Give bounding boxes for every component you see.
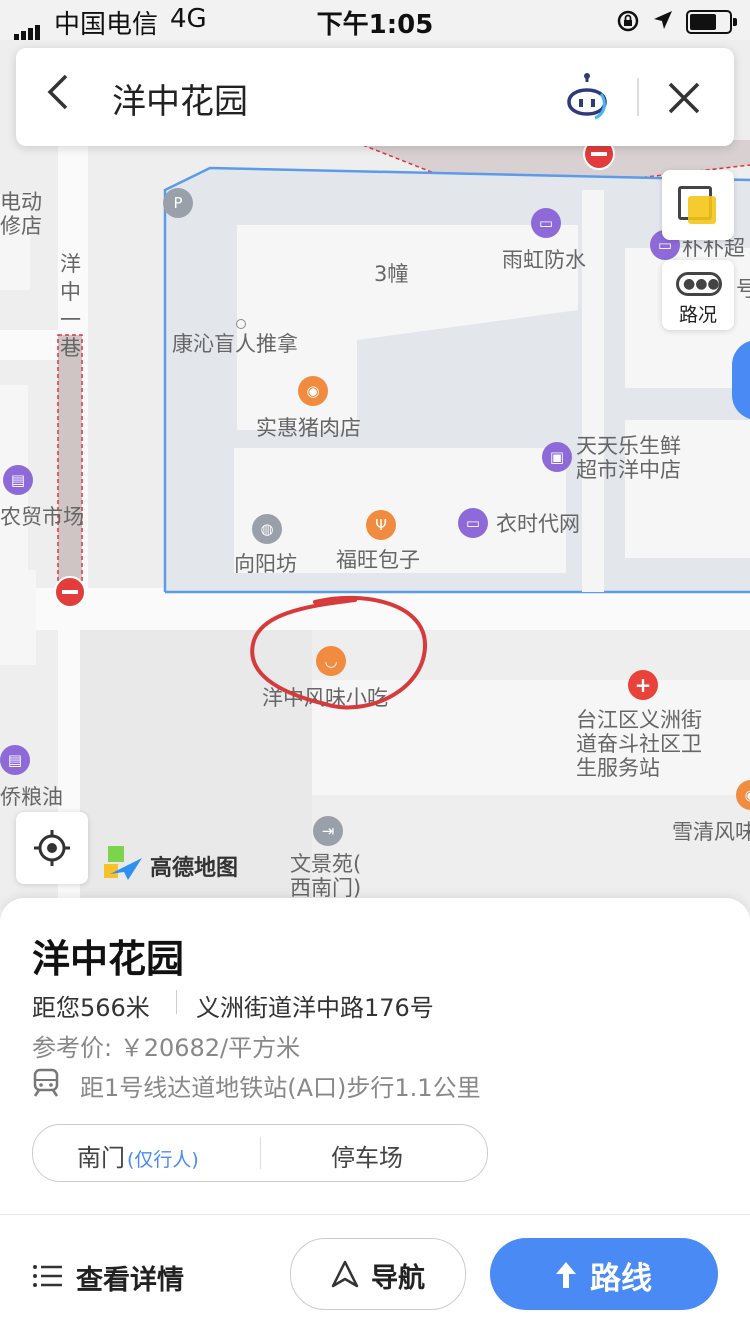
hospital-poi-icon[interactable]: + (628, 670, 658, 700)
route-button[interactable]: 路线 (490, 1238, 718, 1310)
chevron-left-icon[interactable] (44, 72, 70, 123)
annotation-circle (250, 595, 428, 710)
map-label-lane: 洋 中 一 巷 (60, 252, 81, 360)
shop-poi-icon[interactable]: ▭ (531, 208, 561, 238)
price-text: 参考价: ￥20682/平方米 (32, 1034, 301, 1062)
search-query[interactable]: 洋中花园 (112, 74, 248, 123)
search-bar[interactable]: 洋中花园 (16, 48, 734, 146)
locate-button[interactable] (16, 812, 88, 884)
route-arrow-icon (556, 1262, 576, 1288)
location-arrow-icon (654, 11, 672, 29)
layers-button[interactable] (662, 170, 734, 240)
map-label-massage: 康沁盲人推拿 (172, 332, 298, 356)
subway-text: 距1号线达道地铁站(A口)步行1.1公里 (80, 1074, 481, 1102)
cart-poi-icon[interactable]: ▣ (542, 442, 572, 472)
divider (260, 1137, 261, 1169)
traffic-button[interactable]: ●●● 路况 (662, 260, 734, 330)
south-gate-label: 南门 (77, 1144, 125, 1172)
route-label: 路线 (590, 1261, 652, 1297)
divider (176, 990, 177, 1014)
map-label-fuwang: 福旺包子 (336, 548, 420, 572)
map-label-market: 农贸市场 (0, 505, 84, 529)
basket-poi-icon[interactable]: ▤ (0, 745, 30, 775)
navigate-button[interactable]: 导航 (290, 1238, 466, 1310)
restaurant-poi-icon[interactable]: Ψ (366, 510, 396, 540)
details-label: 查看详情 (76, 1265, 184, 1296)
brand-label: 高德地图 (150, 856, 239, 881)
map-label-yishidai: 衣时代网 (496, 512, 580, 536)
status-bar: 中国电信 4G 下午1:05 (0, 0, 750, 41)
map-label-hao: 号 (736, 277, 750, 301)
no-entry-icon (54, 576, 86, 608)
place-detail-panel[interactable]: 洋中花园 距您566米 义洲街道洋中路176号 参考价: ￥20682/平方米 … (0, 898, 750, 1334)
food-poi-icon[interactable]: ◉ (736, 780, 750, 810)
divider (0, 1214, 750, 1215)
list-icon (33, 1265, 62, 1287)
divider (637, 78, 639, 116)
entrance-poi-icon[interactable]: ⇥ (313, 816, 343, 846)
amap-logo-icon (104, 846, 142, 880)
shop-poi-icon[interactable]: ▭ (458, 508, 488, 538)
map-label-building3: 3幢 (374, 262, 409, 286)
parking-tab[interactable]: 停车场 (331, 1138, 403, 1173)
map-label-pork: 实惠猪肉店 (256, 416, 361, 440)
subway-icon (33, 1068, 59, 1097)
south-gate-note: (仅行人) (127, 1149, 199, 1171)
traffic-label: 路况 (678, 304, 717, 326)
traffic-icon: ●●● (676, 272, 722, 296)
map-label-xueqing: 雪清风味 (672, 820, 750, 844)
orientation-lock-icon (617, 10, 639, 32)
close-icon[interactable] (668, 82, 700, 114)
map-label-wenjingyuan: 文景苑( 西南门) (290, 852, 362, 900)
map-label-clinic: 台江区义洲街 道奋斗社区卫 生服务站 (576, 708, 702, 780)
bakery-poi-icon[interactable]: ◍ (252, 514, 282, 544)
battery-icon (686, 10, 737, 34)
entrance-tabs: 南门 (仅行人) 停车场 (32, 1124, 488, 1182)
robot-assistant-icon[interactable] (561, 72, 613, 124)
navigation-arrow-icon (331, 1260, 359, 1288)
side-blue-button[interactable] (732, 340, 750, 420)
basket-poi-icon[interactable]: ▤ (3, 465, 33, 495)
locate-icon (34, 830, 70, 866)
map-label-ev-repair: 电动 修店 (0, 190, 42, 238)
south-gate-tab[interactable]: 南门 (仅行人) (77, 1138, 199, 1173)
place-title: 洋中花园 (32, 937, 185, 981)
map-label-tiantian: 天天乐生鲜 超市洋中店 (576, 434, 681, 482)
address-text: 义洲街道洋中路176号 (196, 994, 434, 1022)
map-label-yiyang: 向阳坊 (234, 552, 297, 576)
map-dot (236, 319, 246, 329)
food-poi-icon[interactable]: ◉ (298, 376, 328, 406)
map-label-yuhong: 雨虹防水 (502, 248, 586, 272)
distance-text: 距您566米 (32, 994, 150, 1022)
parking-poi-icon[interactable]: P (163, 188, 193, 218)
map-label-grain: 侨粮油 (0, 785, 63, 809)
navigate-label: 导航 (371, 1263, 425, 1294)
map-view[interactable]: 电动 修店 洋 中 一 巷 3幢 康沁盲人推拿 实惠猪肉店 雨虹防水 朴朴超 号… (0, 40, 750, 910)
